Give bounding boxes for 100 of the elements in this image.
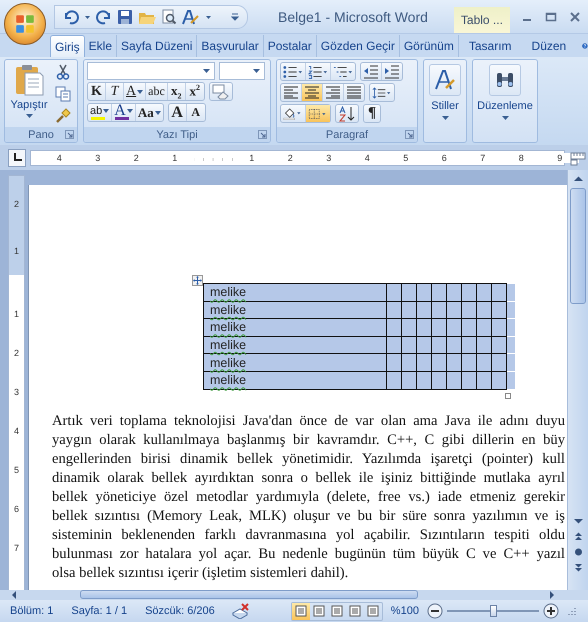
view-button[interactable] — [292, 602, 310, 620]
text-line: dinamik olarak bellek ayırdıktan sonra o bellek ile işiniz bittiğinde mutlaka ayrıl — [52, 468, 565, 488]
office-button[interactable] — [4, 3, 46, 45]
ruler-number: 3 — [78, 152, 117, 162]
dialog-launcher-icon[interactable] — [65, 130, 74, 139]
align-button[interactable] — [302, 84, 323, 101]
superscript-button[interactable]: x$^{2}$ — [186, 83, 204, 100]
text-line: bellek yöneticiye özel metodlar yardımıyla (delete, free vs.) iade etmeniz gerekir — [52, 488, 565, 507]
ruler-number: 2 — [12, 346, 20, 360]
table-cell: melike — [204, 284, 386, 302]
subscript-button[interactable]: x$_{2}$ — [168, 83, 186, 100]
ruler-number: 4 — [12, 424, 20, 438]
group-title: Paragraf — [326, 128, 368, 140]
horizontal-scrollbar[interactable] — [0, 590, 588, 600]
dialog-launcher-icon[interactable] — [405, 130, 414, 139]
slider-thumb[interactable] — [490, 605, 497, 617]
clear-formatting-button[interactable] — [208, 82, 233, 101]
zoom-out-icon[interactable] — [426, 603, 443, 619]
paint-bucket-icon — [283, 106, 303, 121]
increase-indent-button[interactable] — [382, 63, 402, 80]
table-cell — [416, 284, 432, 302]
table-move-handle-icon[interactable] — [192, 275, 203, 286]
eraser-icon — [212, 84, 230, 100]
change-case-button[interactable]: Aa — [136, 104, 163, 121]
group-title: Pano — [28, 128, 54, 140]
styles-icon — [434, 69, 456, 91]
shrink-font-button[interactable]: A — [186, 104, 205, 121]
word-count[interactable]: Sözcük: 6/206 — [145, 605, 215, 617]
view-ruler-icon[interactable] — [570, 150, 586, 166]
paste-button[interactable]: Yapıştır — [7, 62, 51, 125]
font-color-button[interactable]: A — [112, 104, 136, 121]
font-size-field[interactable] — [219, 62, 265, 80]
font-name-field[interactable] — [87, 62, 215, 80]
scissors-icon[interactable] — [55, 64, 71, 80]
table-cell: melike — [204, 371, 386, 390]
borders-button[interactable] — [306, 105, 330, 122]
ruler-number: 6 — [12, 502, 20, 516]
proofing-error-icon[interactable] — [230, 603, 251, 619]
redo-icon[interactable] — [96, 8, 112, 24]
scroll-thumb[interactable] — [570, 188, 586, 304]
copy-icon[interactable] — [55, 86, 71, 102]
align-icon — [283, 86, 299, 99]
zoom-slider[interactable] — [446, 604, 539, 618]
page-indicator[interactable]: Sayfa: 1 / 1 — [71, 605, 128, 617]
view-icon — [312, 605, 325, 617]
table-cell: melike — [204, 354, 386, 372]
styles-button[interactable]: Stiller — [424, 60, 466, 142]
table-cell: melike — [204, 301, 386, 319]
text-line: sisteminin beklenenden farklı davranmasına yol açabilir. Sızıntıların tespiti oldu — [52, 526, 565, 546]
decrease-indent-button[interactable] — [361, 63, 382, 80]
spelling-icon[interactable] — [182, 8, 200, 24]
text-line: bulunması zor hatalara yol açar. Bu nedenle bugünün tüm büyük C ve C++ yazıl — [52, 545, 565, 564]
editing-button[interactable]: Düzenleme — [473, 60, 537, 142]
ruler-number: 1 — [12, 308, 20, 320]
italic-button[interactable]: T — [106, 83, 124, 100]
ruler-number: 7 — [12, 542, 20, 554]
ribbon-tab[interactable]: Tasarım — [458, 35, 522, 57]
strikethrough-button[interactable]: abc — [146, 83, 168, 100]
section-indicator[interactable]: Bölüm: 1 — [10, 605, 54, 617]
caret-icon — [253, 69, 260, 73]
bullets-button[interactable] — [281, 63, 306, 80]
ruler-number: 1 — [12, 245, 20, 258]
sort-button[interactable] — [335, 104, 359, 123]
view-icon — [366, 605, 379, 617]
tab-selector-button[interactable] — [8, 148, 26, 166]
align-button[interactable] — [344, 84, 364, 101]
highlight-button[interactable]: ab — [88, 104, 112, 121]
align-button[interactable] — [323, 84, 344, 101]
multilevel-list-icon — [333, 64, 353, 78]
table-cell: melike — [204, 336, 386, 354]
context-tab-title: Tablo ... — [454, 7, 510, 33]
zoom-in-icon[interactable] — [542, 603, 559, 619]
ribbon-tab[interactable]: Düzen — [522, 35, 576, 57]
ribbon-tab[interactable]: Giriş — [50, 35, 85, 57]
close-icon[interactable] — [568, 10, 582, 24]
caret-icon — [203, 69, 210, 73]
table-resize-handle-icon[interactable] — [505, 393, 511, 399]
format-painter-icon[interactable] — [55, 108, 71, 124]
zoom-level[interactable]: %100 — [390, 605, 419, 617]
align-icon — [325, 86, 341, 99]
show-formatting-button[interactable]: ¶ — [363, 104, 381, 123]
table-cell: melike — [204, 318, 386, 336]
save-icon[interactable] — [117, 8, 133, 24]
caret-icon — [126, 109, 133, 113]
print-preview-icon[interactable] — [161, 8, 177, 24]
grow-font-button[interactable]: A — [168, 104, 187, 121]
undo-icon[interactable] — [63, 8, 79, 24]
underline-button[interactable]: A — [124, 83, 146, 100]
outdent-icon — [363, 64, 379, 78]
table-cell — [386, 284, 402, 302]
vertical-scrollbar[interactable] — [567, 170, 588, 590]
bullet-list-icon — [283, 64, 303, 78]
sort-icon — [338, 106, 356, 122]
numbering-button[interactable] — [306, 63, 331, 80]
scroll-thumb[interactable] — [80, 590, 418, 599]
caret-icon — [103, 109, 110, 113]
dialog-launcher-icon[interactable] — [258, 130, 267, 139]
text-line: engellerinden birisi dinamik bellek yönetimidir. Yazılımda işaretçi (pointer) kull — [52, 450, 565, 469]
bold-button[interactable]: K — [88, 83, 106, 100]
caret-icon — [154, 110, 161, 114]
